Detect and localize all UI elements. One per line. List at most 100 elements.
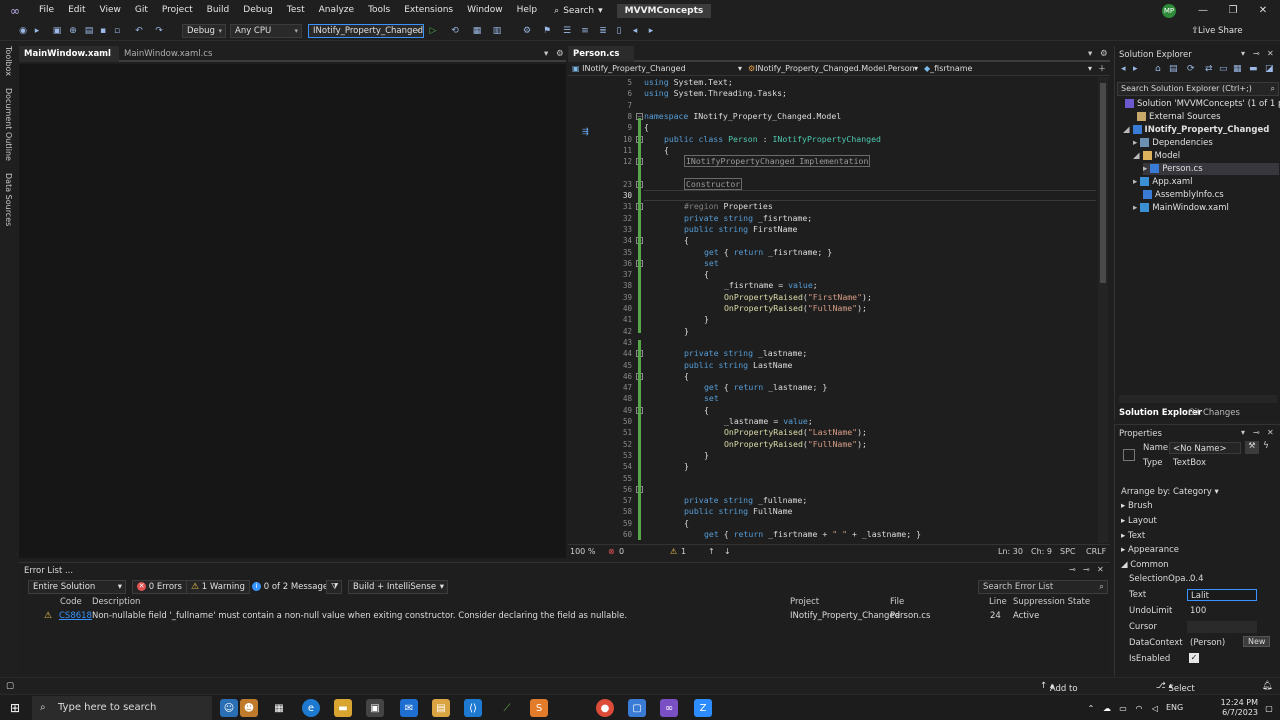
column-line[interactable]: Line [989,597,1007,607]
menu-build[interactable]: Build [200,0,237,21]
back-icon[interactable]: ◂ [1121,64,1126,74]
pending-changes-icon[interactable]: ⟳ [1187,64,1195,74]
select-repository-button[interactable]: ⎇ Select Repository ▴ [1156,681,1214,704]
prop-value-cursor[interactable] [1187,621,1257,633]
collapse-all-icon[interactable]: ▭ [1219,64,1228,74]
bookmark-next-icon[interactable]: ▸ [644,24,658,38]
messages-filter-button[interactable]: i 0 of 2 Messages [247,580,338,594]
group-text[interactable]: ▸ Text [1121,531,1145,541]
document-outline-tab[interactable]: Document Outline [4,88,13,161]
chrome-icon[interactable]: ● [596,699,614,717]
pin-icon[interactable]: ⊸ [1069,565,1076,574]
close-icon[interactable]: ✕ [1097,565,1104,574]
app-icon[interactable]: ⟋ [498,699,516,717]
toolbox-tab[interactable]: Toolbox [4,46,13,76]
code-area[interactable]: using System.Text; using System.Threadin… [644,77,1096,543]
hot-reload-icon[interactable]: ⟲ [448,24,462,38]
horizontal-scrollbar[interactable] [1119,395,1277,403]
edge-browser-icon[interactable]: e [302,699,320,717]
expand-icon[interactable]: ◢ [1133,151,1140,161]
tree-item-project[interactable]: ◢ INotify_Property_Changed [1123,124,1269,136]
save-icon[interactable]: ▪ [96,24,110,38]
column-code[interactable]: Code [60,597,82,607]
tree-item-person-cs[interactable]: ▸ Person.cs [1143,163,1279,175]
tab-mainwindow-xaml-cs[interactable]: MainWindow.xaml.cs [119,46,217,62]
notifications-icon[interactable]: 🔔︎ [1262,681,1273,691]
settings-icon[interactable]: ⚙ [551,46,569,62]
tree-item-dependencies[interactable]: ▸ Dependencies [1133,137,1213,149]
error-code-link[interactable]: CS8618 [59,611,92,621]
volume-icon[interactable]: ◁ [1146,699,1164,717]
group-layout[interactable]: ▸ Layout [1121,516,1157,526]
member-dropdown[interactable]: ◆_fisrtname ▾ [924,63,1094,75]
zoom-level[interactable]: 100 % [570,547,595,556]
error-list-row[interactable]: ⚠ CS8618 Non-nullable field '_fullname' … [24,611,1109,625]
wrench-icon[interactable]: ⚒ [1245,441,1259,454]
menu-help[interactable]: Help [510,0,545,21]
next-issue-icon[interactable]: ↓ [724,547,731,556]
menu-view[interactable]: View [93,0,128,21]
switch-views-icon[interactable]: ▤ [1169,64,1178,74]
restore-icon[interactable]: ❐ [1218,0,1248,21]
menu-tools[interactable]: Tools [361,0,397,21]
avatar[interactable]: MP [1162,4,1176,18]
codelens-icon[interactable]: ⇶ [582,127,589,136]
zoom-app-icon[interactable]: Z [694,699,712,717]
menu-file[interactable]: File [32,0,61,21]
configuration-dropdown[interactable]: Debug ▾ [182,24,226,38]
platform-dropdown[interactable]: Any CPU ▾ [230,24,302,38]
column-project[interactable]: Project [790,597,819,607]
file-explorer-icon[interactable]: ▬ [334,699,352,717]
design-canvas[interactable] [19,64,566,558]
store-icon[interactable]: ▣ [366,699,384,717]
notepad-icon[interactable]: ▤ [432,699,450,717]
expand-icon[interactable]: ▸ [1133,138,1137,148]
close-icon[interactable]: ✕ [1248,0,1278,21]
forward-icon[interactable]: ▸ [30,24,44,38]
previous-issue-icon[interactable]: ↑ [708,547,715,556]
column-file[interactable]: File [890,597,904,607]
expand-icon[interactable]: ▸ [1143,164,1147,174]
filter-icon[interactable]: ⧩ [326,580,342,594]
ide-icon[interactable]: ▢ [628,699,646,717]
menu-search[interactable]: ⌕ Search ▾ [554,6,603,16]
isenabled-checkbox[interactable]: ✓ [1189,653,1199,663]
group-appearance[interactable]: ▸ Appearance [1121,545,1179,555]
show-all-files-icon[interactable]: ▦ [1233,64,1242,74]
group-brush[interactable]: ▸ Brush [1121,501,1153,511]
preview-icon[interactable]: ◪ [1265,64,1274,74]
name-input[interactable]: <No Name> [1169,442,1241,454]
tree-item-mainwindow-xaml[interactable]: ▸ MainWindow.xaml [1133,202,1229,214]
data-sources-tab[interactable]: Data Sources [4,173,13,226]
new-item-icon[interactable]: ▣ [50,24,64,38]
new-datacontext-button[interactable]: New [1243,636,1271,647]
scrollbar-thumb[interactable] [1100,83,1106,283]
save-all-icon[interactable]: ▫ [110,24,124,38]
settings-icon[interactable]: ⚙ [1095,46,1113,62]
solution-explorer-search[interactable]: Search Solution Explorer (Ctrl+;) ⌕ [1117,82,1279,96]
expand-icon[interactable]: ◢ [1123,125,1130,135]
live-share-button[interactable]: Live Share [1198,26,1243,36]
split-editor-icon[interactable]: ＋ [1098,63,1106,75]
visual-studio-icon[interactable]: ∞ [660,699,678,717]
taskbar-search[interactable]: ⌕ Type here to search [32,696,212,720]
column-description[interactable]: Description [92,597,140,607]
type-dropdown[interactable]: ⚙INotify_Property_Changed.Model.Person ▾ [748,63,920,75]
add-item-icon[interactable]: ⊕ [66,24,80,38]
prop-value-text[interactable]: Lalit [1187,589,1257,601]
bookmark-prev-icon[interactable]: ◂ [628,24,642,38]
menu-extensions[interactable]: Extensions [397,0,460,21]
menu-test[interactable]: Test [280,0,312,21]
open-folder-icon[interactable]: ▤ [82,24,96,38]
language-indicator[interactable]: ENG [1166,703,1183,712]
pin-icon[interactable]: ⊸ [1253,428,1260,437]
tree-item-app-xaml[interactable]: ▸ App.xaml [1133,176,1192,188]
taskbar-clock[interactable]: 12:24 PM 6/7/2023 [1202,698,1258,718]
scope-dropdown[interactable]: Entire Solution ▾ [28,580,126,594]
sync-icon[interactable]: ⇄ [1205,64,1213,74]
error-list-search[interactable]: Search Error List ⌕ [978,580,1108,594]
bookmark-icon[interactable]: ⚑ [540,24,554,38]
back-icon[interactable]: ◉ [16,24,30,38]
close-icon[interactable]: ✕ [1267,49,1274,58]
start-debugging-icon[interactable]: ▷ [426,24,440,38]
